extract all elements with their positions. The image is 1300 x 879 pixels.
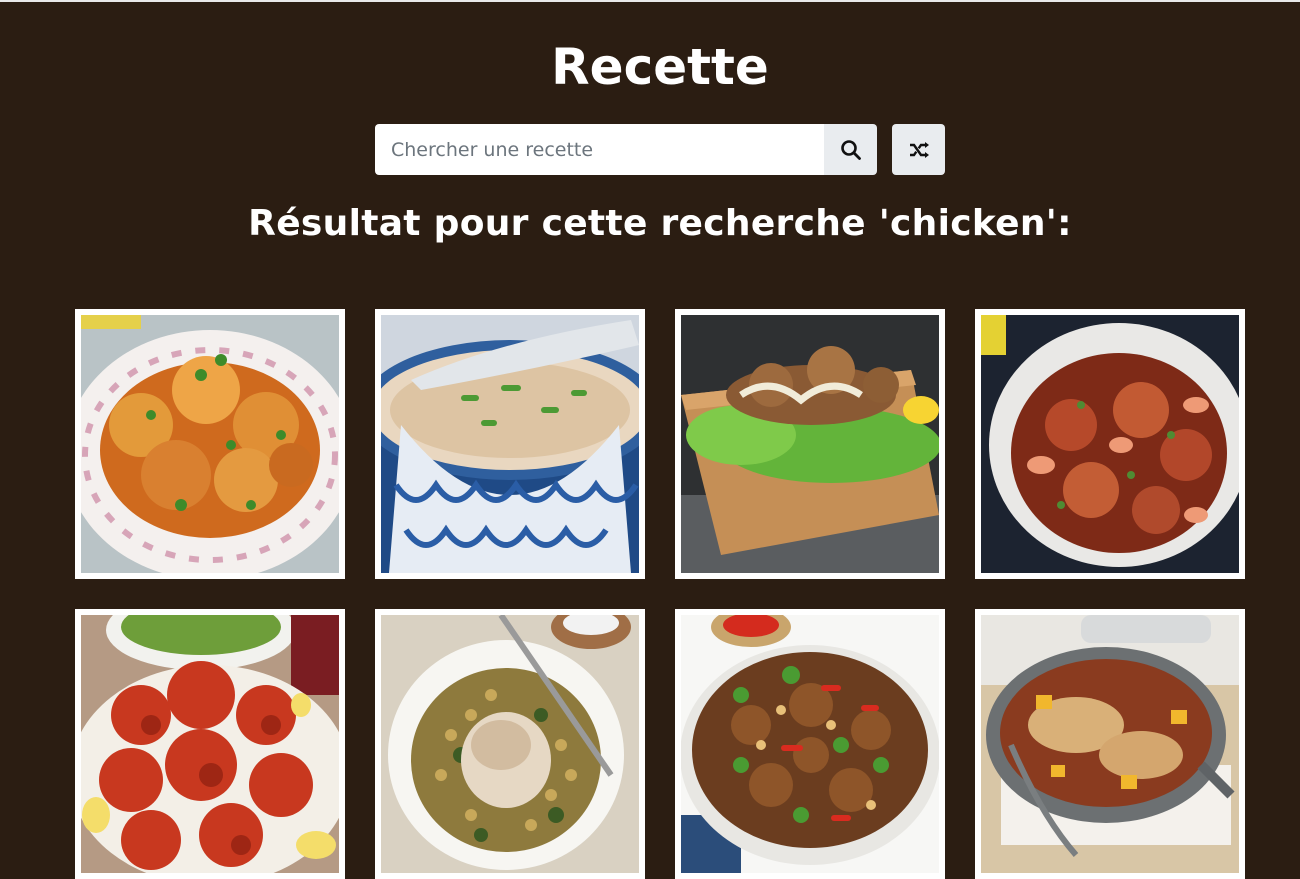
meal-card[interactable] [675,609,945,879]
random-meal-button[interactable] [892,124,945,175]
meal-image [981,615,1239,873]
meal-image [381,615,639,873]
search-button[interactable] [824,124,877,175]
shuffle-icon [909,141,929,158]
meal-image [81,315,339,573]
meal-card[interactable] [675,309,945,579]
meal-image [981,315,1239,573]
results-heading: Résultat pour cette recherche 'chicken': [248,203,1072,244]
page-title: Recette [551,38,769,96]
meal-image [681,615,939,873]
meal-card[interactable] [75,309,345,579]
search-input[interactable] [375,124,824,175]
meal-card[interactable] [75,609,345,879]
meal-card[interactable] [375,609,645,879]
search-form [375,124,877,175]
meal-image [381,315,639,573]
meal-card[interactable] [375,309,645,579]
search-icon [840,139,861,160]
meal-image [81,615,339,873]
meal-card[interactable] [975,609,1245,879]
meal-image [681,315,939,573]
meal-card[interactable] [975,309,1245,579]
